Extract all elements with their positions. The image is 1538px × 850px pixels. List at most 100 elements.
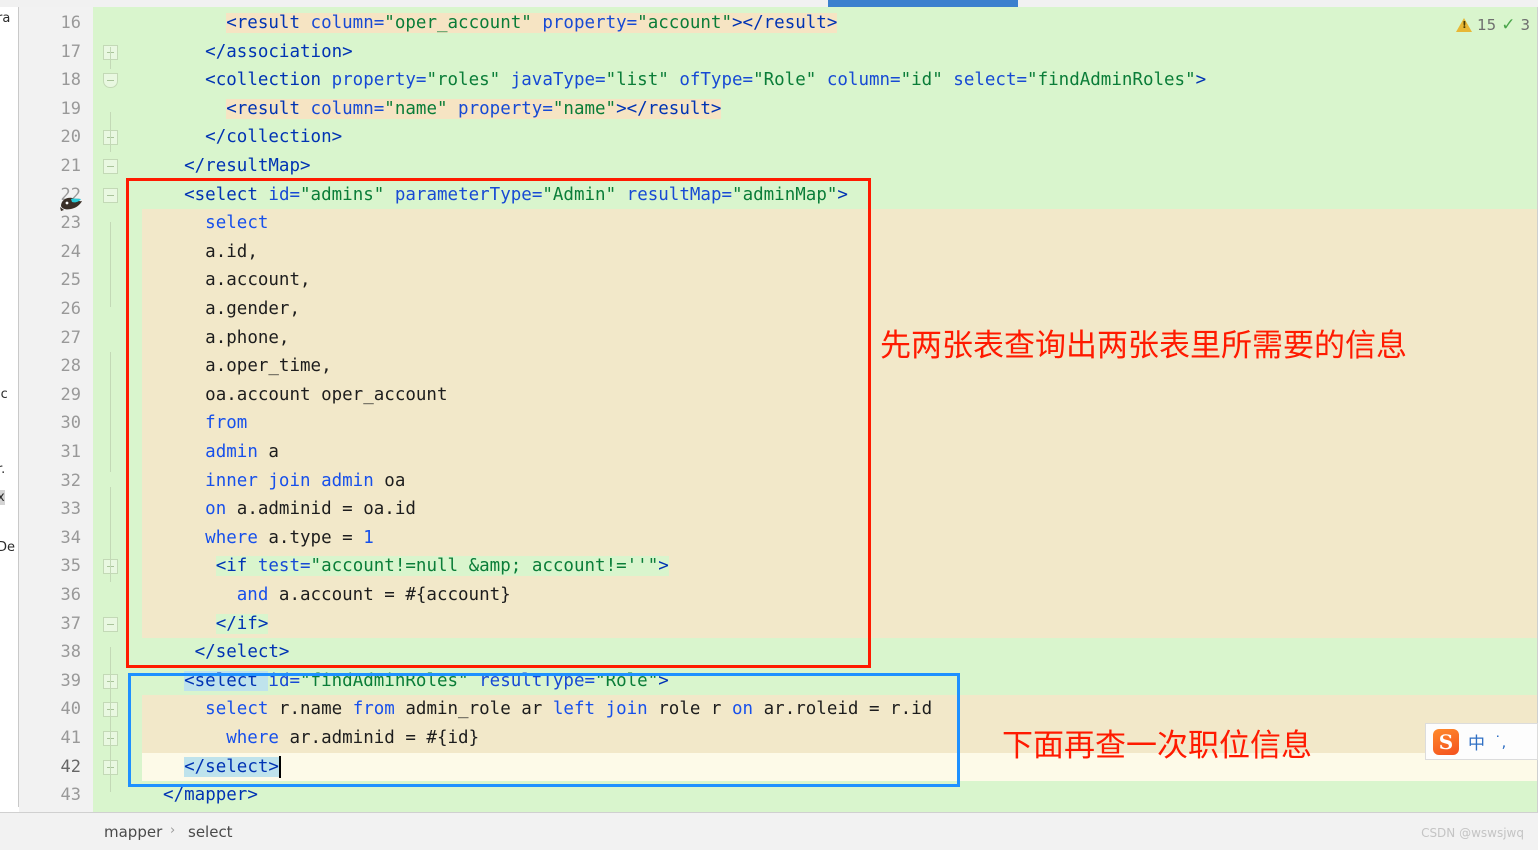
code-token: resultType= xyxy=(468,670,596,691)
gutter-row[interactable]: 34 xyxy=(19,524,93,553)
left-tool-panel[interactable]: ra ic r. x De xyxy=(0,7,19,807)
code-line[interactable]: </association> xyxy=(142,37,1538,67)
gutter-row[interactable]: 31 xyxy=(19,438,93,467)
code-line-text: </mapper> xyxy=(163,781,258,810)
gutter-row[interactable]: 24 xyxy=(19,238,93,267)
code-line[interactable]: where a.type = 1 xyxy=(142,523,1538,553)
code-line[interactable]: <result column="oper_account" property="… xyxy=(142,9,1538,38)
code-token: "name" xyxy=(384,98,448,119)
inspection-status-widget[interactable]: 15 ✓ 3 xyxy=(1456,16,1530,34)
gutter-row[interactable]: 21 xyxy=(19,152,93,181)
gutter-row[interactable]: 41 xyxy=(19,724,93,753)
gutter-row[interactable]: 38 xyxy=(19,638,93,667)
code-token: account!=''" xyxy=(521,556,659,577)
code-line-text: </select> xyxy=(184,753,279,782)
gutter-row[interactable]: 30 xyxy=(19,409,93,438)
gutter-row[interactable]: 43 xyxy=(19,781,93,810)
gutter-row[interactable]: 40 xyxy=(19,695,93,724)
code-line[interactable]: admin a xyxy=(142,438,1538,467)
code-line[interactable]: on a.adminid = oa.id xyxy=(142,495,1538,524)
gutter-row[interactable]: 17 xyxy=(19,38,93,67)
code-line[interactable]: </collection> xyxy=(142,123,1538,152)
left-panel-fragment[interactable]: ra xyxy=(0,11,10,26)
code-token: <result xyxy=(226,13,311,33)
gutter-row[interactable]: 28 xyxy=(19,352,93,381)
fold-connector-line xyxy=(110,222,111,307)
ime-chinese-mode-label[interactable]: 中 xyxy=(1468,729,1485,754)
sogou-ime-bar[interactable]: S 中 ˙, xyxy=(1425,723,1538,760)
code-line[interactable]: a.id, xyxy=(142,237,1538,267)
code-token: "name" xyxy=(552,98,617,119)
code-line-text: where ar.adminid = #{id} xyxy=(226,724,479,753)
fold-connector-line xyxy=(110,352,111,472)
code-token: a xyxy=(257,442,279,462)
gutter-row[interactable]: 29 xyxy=(19,381,93,410)
code-token: ar.adminid = #{id} xyxy=(278,728,480,748)
code-fold-marker[interactable] xyxy=(103,187,118,203)
mybatis-bird-icon[interactable] xyxy=(59,194,85,214)
code-token: property= xyxy=(447,98,553,119)
ime-punctuation-icon[interactable]: ˙, xyxy=(1494,733,1506,751)
code-line[interactable]: <result column="name" property="name"></… xyxy=(142,94,1538,124)
code-token: <if xyxy=(215,556,258,577)
gutter-row[interactable]: 19 xyxy=(19,95,93,124)
code-line-background xyxy=(142,152,1538,181)
gutter-row[interactable]: 18 xyxy=(19,66,93,95)
annotation-text-second-query: 下面再查一次职位信息 xyxy=(1002,728,1312,764)
code-text-area[interactable]: <result column="oper_account" property="… xyxy=(142,7,1538,813)
code-line-background xyxy=(142,638,1538,667)
gutter-row[interactable]: 20 xyxy=(19,123,93,152)
left-panel-fragment[interactable]: De xyxy=(0,540,15,555)
gutter-row[interactable]: 27 xyxy=(19,324,93,353)
gutter-row[interactable]: 26 xyxy=(19,295,93,324)
code-line[interactable]: select r.name from admin_role ar left jo… xyxy=(142,695,1538,724)
gutter-row[interactable]: 16 xyxy=(19,9,93,38)
code-line[interactable]: </mapper> xyxy=(142,781,1538,810)
code-token: admin_role ar xyxy=(394,699,553,720)
scrollbar-thumb[interactable] xyxy=(828,0,1018,7)
code-line[interactable]: oa.account oper_account xyxy=(142,380,1538,410)
left-panel-fragment[interactable]: r. xyxy=(0,462,5,477)
code-line[interactable]: inner join admin oa xyxy=(142,466,1538,496)
code-fold-marker[interactable] xyxy=(103,616,118,632)
code-line[interactable]: <collection property="roles" javaType="l… xyxy=(142,66,1538,95)
gutter-row[interactable]: 39 xyxy=(19,667,93,696)
code-line[interactable]: a.account, xyxy=(142,266,1538,295)
code-line-text: </collection> xyxy=(205,123,342,152)
code-line[interactable]: </select> xyxy=(142,638,1538,667)
code-editor[interactable]: 16 17 18 19 20 21 22 23 24 25 26 27 28 29 30 31 32 33 34 35… xyxy=(19,7,1538,813)
left-panel-fragment[interactable]: ic xyxy=(0,387,8,402)
code-fold-marker[interactable] xyxy=(103,159,118,174)
code-token: "Role" xyxy=(595,670,659,691)
code-line[interactable]: <if test="account!=null &amp; account!='… xyxy=(142,552,1538,581)
gutter-row[interactable]: 35 xyxy=(19,552,93,581)
left-panel-fragment[interactable]: x xyxy=(0,490,5,505)
code-token: "account!=null xyxy=(310,556,469,577)
gutter-row[interactable]: 33 xyxy=(19,495,93,524)
breadcrumb-item-select[interactable]: select xyxy=(188,823,233,841)
code-line[interactable]: </if> xyxy=(142,609,1538,639)
code-line[interactable]: where ar.adminid = #{id} xyxy=(142,724,1538,753)
code-line[interactable]: <select id="findAdminRoles" resultType="… xyxy=(142,666,1538,696)
gutter-row[interactable]: 42 xyxy=(19,753,93,782)
breadcrumb-item-mapper[interactable]: mapper xyxy=(104,823,162,841)
code-token: </mapper> xyxy=(163,785,258,806)
code-line[interactable]: </resultMap> xyxy=(142,152,1538,181)
code-token: "list" xyxy=(605,70,669,91)
code-line-text: and a.account = #{account} xyxy=(237,581,511,610)
code-line[interactable]: <select id="admins" parameterType="Admin… xyxy=(142,180,1538,210)
line-number: 21 xyxy=(60,156,81,176)
code-line[interactable]: from xyxy=(142,409,1538,438)
sogou-logo-icon[interactable]: S xyxy=(1433,728,1459,755)
code-line[interactable]: select xyxy=(142,209,1538,238)
code-line[interactable]: and a.account = #{account} xyxy=(142,581,1538,610)
code-line[interactable]: </select> xyxy=(142,752,1538,782)
gutter-row[interactable]: 32 xyxy=(19,467,93,496)
code-fold-marker[interactable] xyxy=(103,73,118,89)
code-folding-gutter[interactable] xyxy=(93,7,142,813)
code-token: inner join admin xyxy=(205,470,374,491)
horizontal-scrollbar[interactable] xyxy=(0,0,1538,7)
gutter-row[interactable]: 36 xyxy=(19,581,93,610)
gutter-row[interactable]: 25 xyxy=(19,266,93,295)
gutter-row[interactable]: 37 xyxy=(19,610,93,639)
